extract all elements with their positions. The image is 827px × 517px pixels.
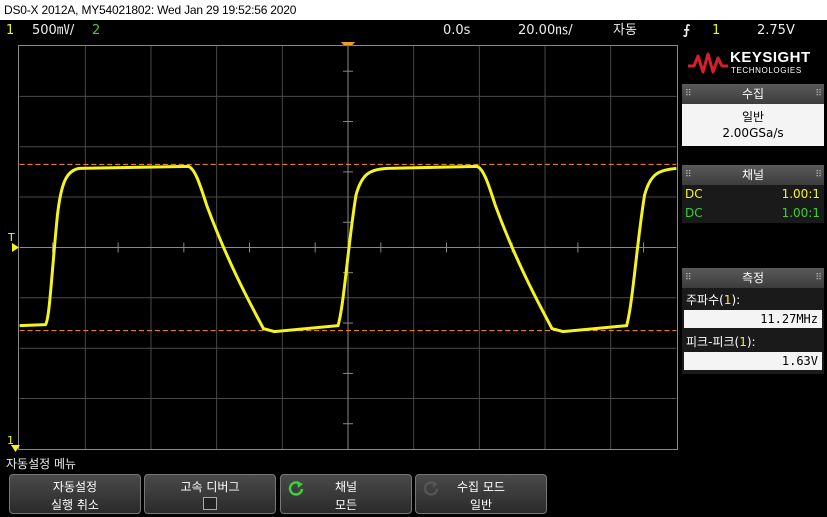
measure-freq-label-prefix: 주파수( [686,293,724,307]
channels-button[interactable]: 채널 모든 [280,474,412,514]
keysight-wave-icon [688,52,728,74]
fast-debug-button[interactable]: 고속 디버그 [144,474,276,514]
window-title: DS0-X 2012A, MY54021802: Wed Jan 29 19:5… [0,0,827,20]
timebase-value: 20.00 [518,23,556,38]
empty-softkey[interactable] [551,474,683,514]
fast-debug-checkbox[interactable] [203,497,217,510]
ch1-scale-value: 500 [32,23,57,38]
trigger-channel[interactable]: 1 [712,20,720,41]
acquire-mode-button[interactable]: 수집 모드 일반 [415,474,547,514]
channel-title: 채널 [741,168,765,182]
measure-pkpk-label: 피크-피크(1): [686,333,756,350]
brand-logo: KEYSIGHT TECHNOLOGIES [682,42,825,84]
drag-grip-icon[interactable]: ⠿ [685,84,692,104]
acquisition-mode: 일반 [741,110,765,124]
softkey-label: 채널 [334,480,358,494]
softkey-label: 자동설정 [52,480,98,494]
softkey-value: 모든 [334,498,358,512]
ch1-coupling: DC [685,187,703,201]
measure-freq-label: 주파수(1): [686,291,740,308]
measure-freq-label-suffix: ): [731,293,741,307]
drag-grip-icon[interactable]: ⠿ [685,165,692,185]
acquisition-header[interactable]: ⠿ 수집 ⠿ [682,84,824,104]
trigger-level[interactable]: 2.75V [757,20,795,41]
status-bar: 1 500㎷/ 2 0.0s 20.00㎱/ 자동 ⨍ 1 2.75V [0,20,827,41]
sample-rate: 2.00GSa/s [722,126,784,140]
drag-grip-icon[interactable]: ⠿ [815,268,822,288]
drag-grip-icon[interactable]: ⠿ [815,165,822,185]
ch2-probe: 1.00:1 [781,206,820,220]
measure-body: 주파수(1): 11.27MHz 피크-피크(1): 1.63V [682,288,824,374]
timebase-unit: ㎱/ [555,23,573,38]
trigger-mode[interactable]: 자동 [613,20,637,41]
measure-pkpk-label-prefix: 피크-피크( [686,335,740,349]
measure-header[interactable]: ⠿ 측정 ⠿ [682,268,824,288]
softkey-value: 일반 [469,498,493,512]
channel-header[interactable]: ⠿ 채널 ⠿ [682,165,824,185]
measure-pkpk-label-suffix: ): [746,335,756,349]
measure-pkpk-value: 1.63V [684,352,822,370]
ch2-indicator[interactable]: 2 [92,20,100,41]
time-offset[interactable]: 0.0s [443,20,470,41]
drag-grip-icon[interactable]: ⠿ [685,268,692,288]
ch1-scale-unit: ㎷/ [56,23,75,38]
channel-body: DC 1.00:1 DC 1.00:1 [682,185,824,223]
measure-freq-value: 11.27MHz [684,310,822,328]
ch1-scale[interactable]: 500㎷/ [32,20,74,41]
drag-grip-icon[interactable]: ⠿ [815,84,822,104]
softkey-label: 수집 모드 [457,480,505,494]
softkey-label: 고속 디버그 [180,480,240,494]
brand-subtitle: TECHNOLOGIES [731,66,802,75]
brand-name: KEYSIGHT [730,49,811,66]
trigger-level-arrow-icon [12,243,19,252]
softkey-value: 실행 취소 [51,498,99,512]
measure-pkpk-channel: 1 [739,335,747,349]
ch1-ground-arrow-icon [11,445,20,452]
ch1-probe: 1.00:1 [781,187,820,201]
trigger-slope-icon: ⨍ [683,23,691,38]
softkey-menu-title: 자동설정 메뉴 [0,455,827,473]
acquisition-body: 일반 2.00GSa/s [682,104,824,146]
waveform-display[interactable] [18,45,678,450]
timebase[interactable]: 20.00㎱/ [518,20,573,41]
acquisition-title: 수집 [741,87,765,101]
empty-softkey[interactable] [686,474,818,514]
measure-title: 측정 [741,271,765,285]
ch1-indicator[interactable]: 1 [6,20,14,41]
side-panel: KEYSIGHT TECHNOLOGIES ⠿ 수집 ⠿ 일반 2.00GSa/… [680,42,827,452]
autoscale-undo-button[interactable]: 자동설정 실행 취소 [9,474,141,514]
ch2-coupling: DC [685,206,703,220]
